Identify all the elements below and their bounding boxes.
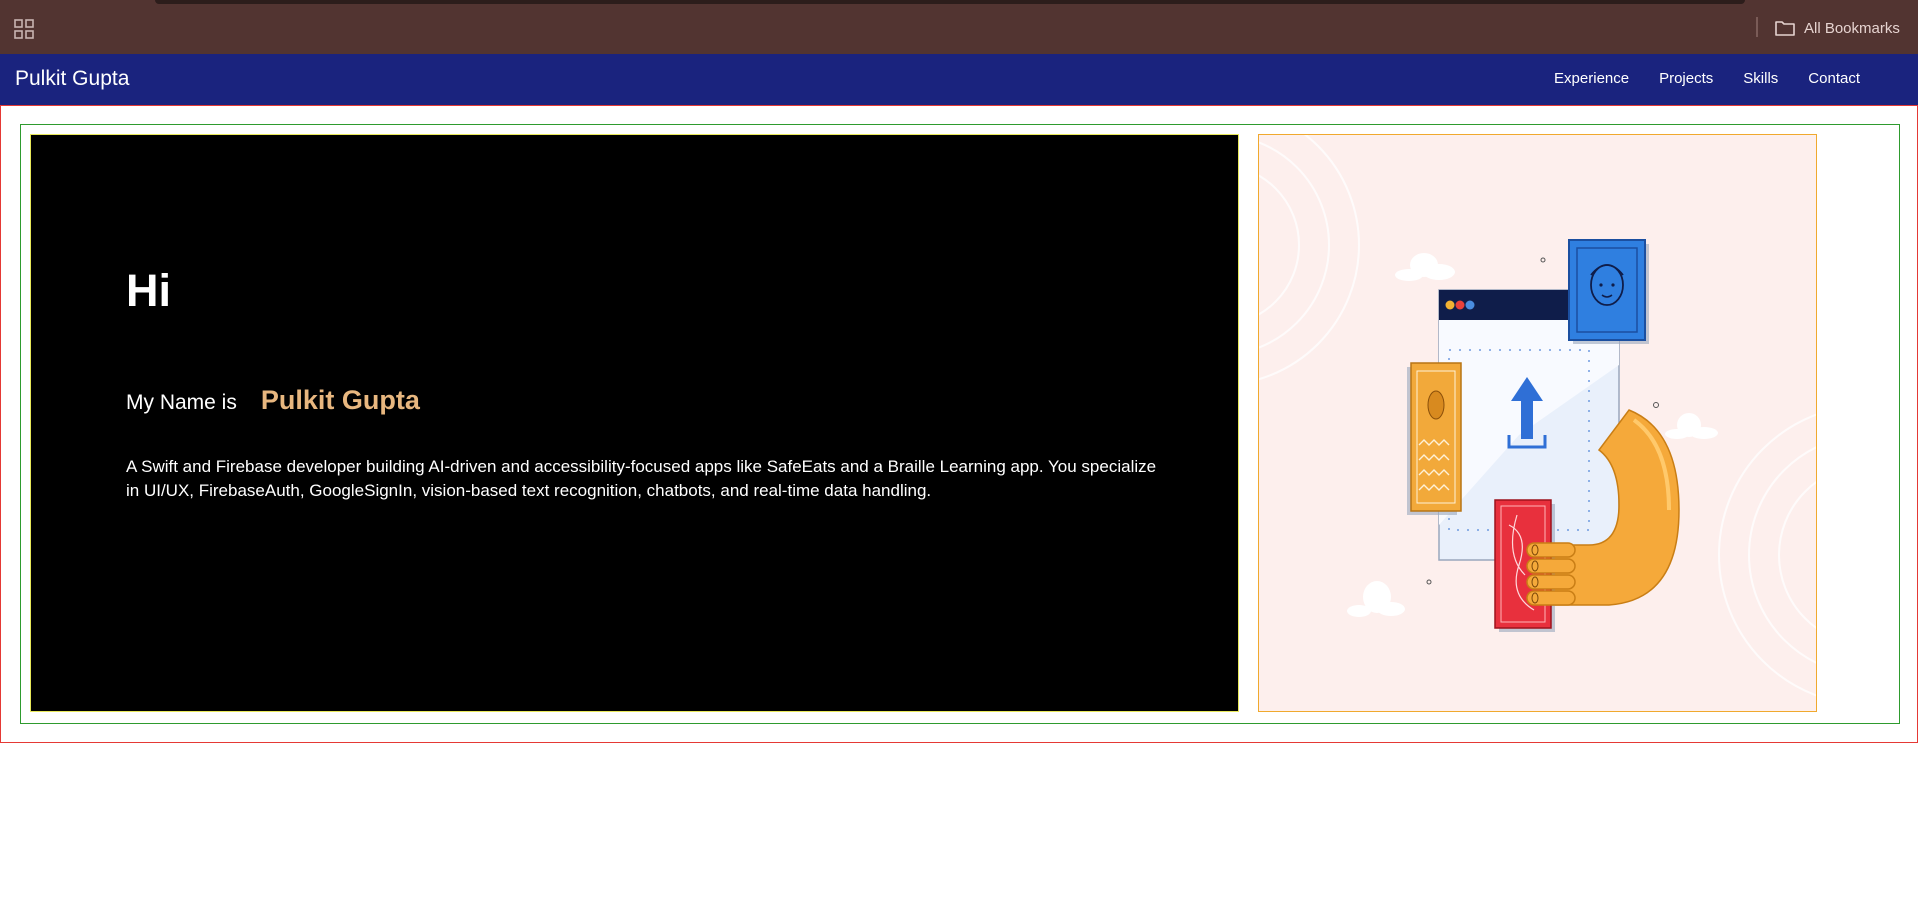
apps-grid-icon[interactable]: [14, 19, 34, 39]
developer-upload-illustration: [1259, 135, 1816, 697]
name-line: My Name is Pulkit Gupta: [126, 385, 420, 416]
nav-links: Experience Projects Skills Contact: [1554, 70, 1860, 87]
nav-link-contact[interactable]: Contact: [1808, 70, 1860, 87]
nav-link-skills[interactable]: Skills: [1743, 70, 1778, 87]
all-bookmarks-button[interactable]: All Bookmarks: [1774, 16, 1900, 40]
brand-link[interactable]: Pulkit Gupta: [15, 67, 129, 91]
browser-tab-strip-edge: [155, 0, 1745, 4]
browser-bookmarks-bar: All Bookmarks: [0, 0, 1918, 54]
folder-icon: [1775, 21, 1795, 36]
bookmarks-divider: [1756, 17, 1758, 37]
hero-bio: A Swift and Firebase developer building …: [126, 457, 1157, 500]
hero-panel: Hi My Name is Pulkit Gupta A Swift and F…: [30, 134, 1239, 712]
all-bookmarks-label: All Bookmarks: [1804, 19, 1900, 37]
hero-name: Pulkit Gupta: [260, 385, 420, 415]
hero-greeting: Hi: [126, 265, 171, 316]
nav-link-experience[interactable]: Experience: [1554, 70, 1629, 87]
nav-link-projects[interactable]: Projects: [1659, 70, 1713, 87]
site-navbar: Pulkit Gupta Experience Projects Skills …: [0, 54, 1918, 105]
name-prefix: My Name is: [126, 391, 237, 414]
hero-illustration: [1258, 134, 1817, 712]
